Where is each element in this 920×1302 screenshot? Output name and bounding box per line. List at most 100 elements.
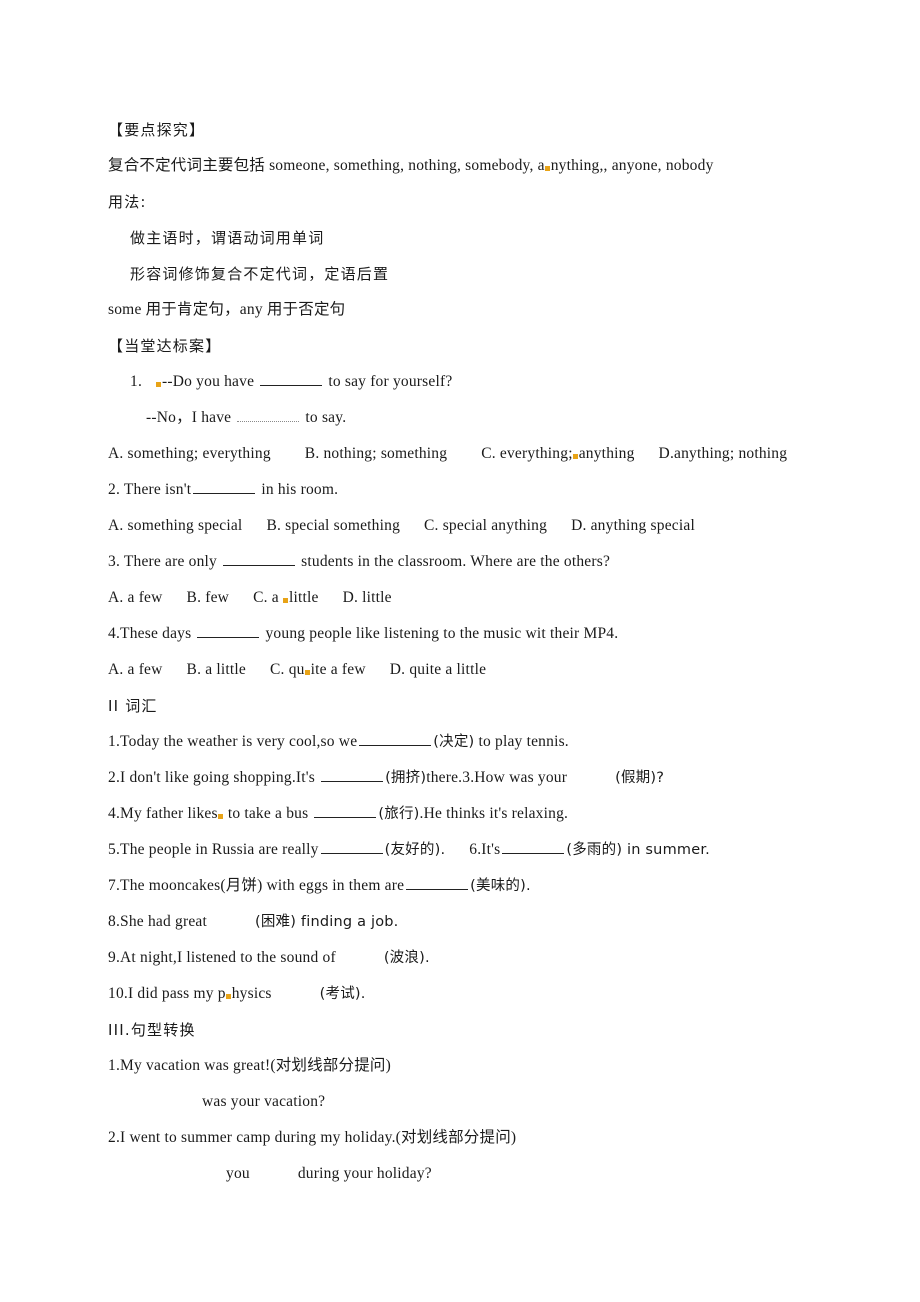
heading-section-ii: II 词汇	[108, 697, 158, 715]
proofing-mark-icon	[282, 598, 288, 603]
vocab-item-5-blank[interactable]	[320, 839, 383, 854]
vocab-item-1-hint: (决定)	[433, 734, 475, 750]
transform-item-2: 2.I went to summer camp during my holida…	[108, 1120, 808, 1156]
question-1-blank-1[interactable]	[260, 371, 323, 386]
question-2-option-a[interactable]: A. something special	[108, 517, 242, 534]
transform-item-2-answer-post: during your holiday?	[297, 1165, 432, 1182]
heading-key-points: 【要点探究】	[108, 121, 206, 139]
vocab-item-9: 9.At night,I listened to the sound of (波浪…	[108, 940, 808, 976]
proofing-mark-icon	[217, 814, 223, 819]
question-4-option-d[interactable]: D. quite a little	[390, 661, 486, 678]
question-3-number: 3.	[108, 553, 121, 570]
question-4-option-c[interactable]: C. qu	[270, 661, 305, 678]
vocab-item-5-number: 5.	[108, 841, 121, 858]
question-4-options: A. a few B. a little C. qu ite a few D. quit…	[108, 652, 808, 688]
question-4-option-b[interactable]: B. a little	[187, 661, 246, 678]
vocab-item-1-post: to play tennis.	[478, 733, 569, 750]
transform-item-1: 1.My vacation was great!(对划线部分提问)	[108, 1048, 808, 1084]
vocab-item-7: 7.The mooncakes(月饼) with eggs in them ar…	[108, 868, 808, 904]
vocab-item-9-hint: (波浪).	[383, 950, 430, 966]
vocab-item-4-hint: (旅行)	[378, 806, 420, 822]
compound-intro-text-post: nything,, anyone, nobody	[550, 157, 714, 174]
vocab-item-7-hint: (美味的).	[470, 878, 531, 894]
vocab-item-6-blank[interactable]	[502, 839, 565, 854]
question-2-option-d[interactable]: D. anything special	[571, 517, 695, 534]
compound-intro-text-pre: 复合不定代词主要包括 someone, something, nothing, …	[108, 157, 545, 174]
vocab-item-8-pre: She had great	[120, 913, 207, 930]
key-points-rule-2: 形容词修饰复合不定代词，定语后置	[130, 265, 390, 283]
vocab-item-4-post: .He thinks it's relaxing.	[419, 805, 569, 822]
vocab-item-2-blank[interactable]	[321, 767, 384, 782]
question-3-stem-post: students in the classroom. Where are the…	[301, 553, 611, 570]
question-3-stem-pre: There are only	[123, 553, 217, 570]
vocab-item-10-pre: I did pass my p	[127, 985, 226, 1002]
transform-item-1-sentence: My vacation was great!(对划线部分提问)	[120, 1057, 391, 1074]
question-4-option-a[interactable]: A. a few	[108, 661, 163, 678]
question-1-option-d[interactable]: D.anything; nothing	[659, 445, 788, 462]
vocab-item-6-hint: (多雨的) in summer.	[566, 842, 710, 858]
question-4-number: 4.	[108, 625, 121, 642]
question-2-stem-pre: There isn't	[123, 481, 192, 498]
vocab-item-9-pre: At night,I listened to the sound of	[120, 949, 336, 966]
vocab-item-4-pre: My father likes	[120, 805, 218, 822]
question-1-option-b[interactable]: B. nothing; something	[305, 445, 447, 462]
question-4-blank[interactable]	[197, 623, 260, 638]
transform-item-1-answer-text: was your vacation?	[202, 1093, 326, 1110]
question-1-number: 1.	[130, 373, 143, 390]
heading-section-iii: III.句型转换	[108, 1021, 196, 1039]
transform-item-2-answer-pre: you	[226, 1165, 250, 1182]
question-3-blank[interactable]	[223, 551, 296, 566]
transform-item-1-answer: was your vacation?	[108, 1084, 808, 1120]
vocab-item-1: 1.Today the weather is very cool,so we (决…	[108, 724, 808, 760]
transform-item-2-number: 2.	[108, 1129, 121, 1146]
key-points-compound-intro: 复合不定代词主要包括 someone, something, nothing, …	[108, 148, 808, 184]
vocab-item-10-hint: (考试).	[319, 986, 366, 1002]
question-1-stem-pre: --Do you have	[162, 373, 255, 390]
question-3-option-c-cont[interactable]: little	[289, 589, 319, 606]
question-4-option-c-cont[interactable]: ite a few	[311, 661, 366, 678]
question-1-option-a[interactable]: A. something; everything	[108, 445, 271, 462]
vocab-item-4-number: 4.	[108, 805, 121, 822]
vocab-item-2-post: there.3.How was your	[426, 769, 568, 786]
vocab-item-2-number: 2.	[108, 769, 121, 786]
question-1-option-c-cont[interactable]: anything	[579, 445, 635, 462]
vocab-item-10: 10.I did pass my p hysics (考试).	[108, 976, 808, 1012]
vocab-item-1-blank[interactable]	[359, 731, 432, 746]
vocab-item-2-hint: (拥挤)	[385, 770, 427, 786]
vocab-item-8-number: 8.	[108, 913, 121, 930]
vocab-item-4-blank[interactable]	[314, 803, 377, 818]
question-2-option-c[interactable]: C. special anything	[424, 517, 547, 534]
question-3-option-c[interactable]: C. a	[253, 589, 279, 606]
vocab-item-7-pre: The mooncakes(月饼) with eggs in them are	[120, 877, 405, 894]
transform-item-2-answer: you during your holiday?	[108, 1156, 808, 1192]
question-1-blank-2[interactable]	[237, 407, 300, 422]
question-4-stem-pre: These days	[120, 625, 192, 642]
question-3-option-a[interactable]: A. a few	[108, 589, 163, 606]
vocab-item-6-post: 6.It's	[469, 841, 501, 858]
vocab-item-9-number: 9.	[108, 949, 121, 966]
question-1-options: A. something; everything B. nothing; some…	[108, 436, 808, 472]
vocab-item-10-pre2: hysics	[231, 985, 272, 1002]
question-1-stem-line2-pre: --No，I have	[146, 409, 232, 426]
key-points-rule-3: some 用于肯定句，any 用于否定句	[108, 301, 346, 318]
question-1-option-c[interactable]: C. everything;	[481, 445, 572, 462]
question-2-number: 2.	[108, 481, 121, 498]
question-2-stem-post: in his room.	[261, 481, 339, 498]
question-2-option-b[interactable]: B. special something	[266, 517, 400, 534]
question-4-stem-post: young people like listening to the music…	[265, 625, 619, 642]
vocab-item-4: 4.My father likes to take a bus (旅行).He …	[108, 796, 808, 832]
question-3-option-d[interactable]: D. little	[343, 589, 392, 606]
question-3-option-b[interactable]: B. few	[187, 589, 230, 606]
vocab-item-8: 8.She had great (困难) finding a job.	[108, 904, 808, 940]
question-1-stem: 1. --Do you have to say for yourself?	[108, 364, 808, 400]
vocab-item-7-number: 7.	[108, 877, 121, 894]
heading-in-class-test: 【当堂达标案】	[108, 337, 222, 355]
proofing-mark-icon	[572, 454, 578, 459]
question-2-blank[interactable]	[193, 479, 256, 494]
vocab-item-1-pre: Today the weather is very cool,so we	[120, 733, 358, 750]
proofing-mark-icon	[225, 994, 231, 999]
question-3-options: A. a few B. few C. a little D. little	[108, 580, 808, 616]
vocab-item-7-blank[interactable]	[406, 875, 469, 890]
proofing-mark-icon	[544, 166, 550, 171]
vocab-item-2-hint-2: (假期)?	[615, 770, 665, 786]
